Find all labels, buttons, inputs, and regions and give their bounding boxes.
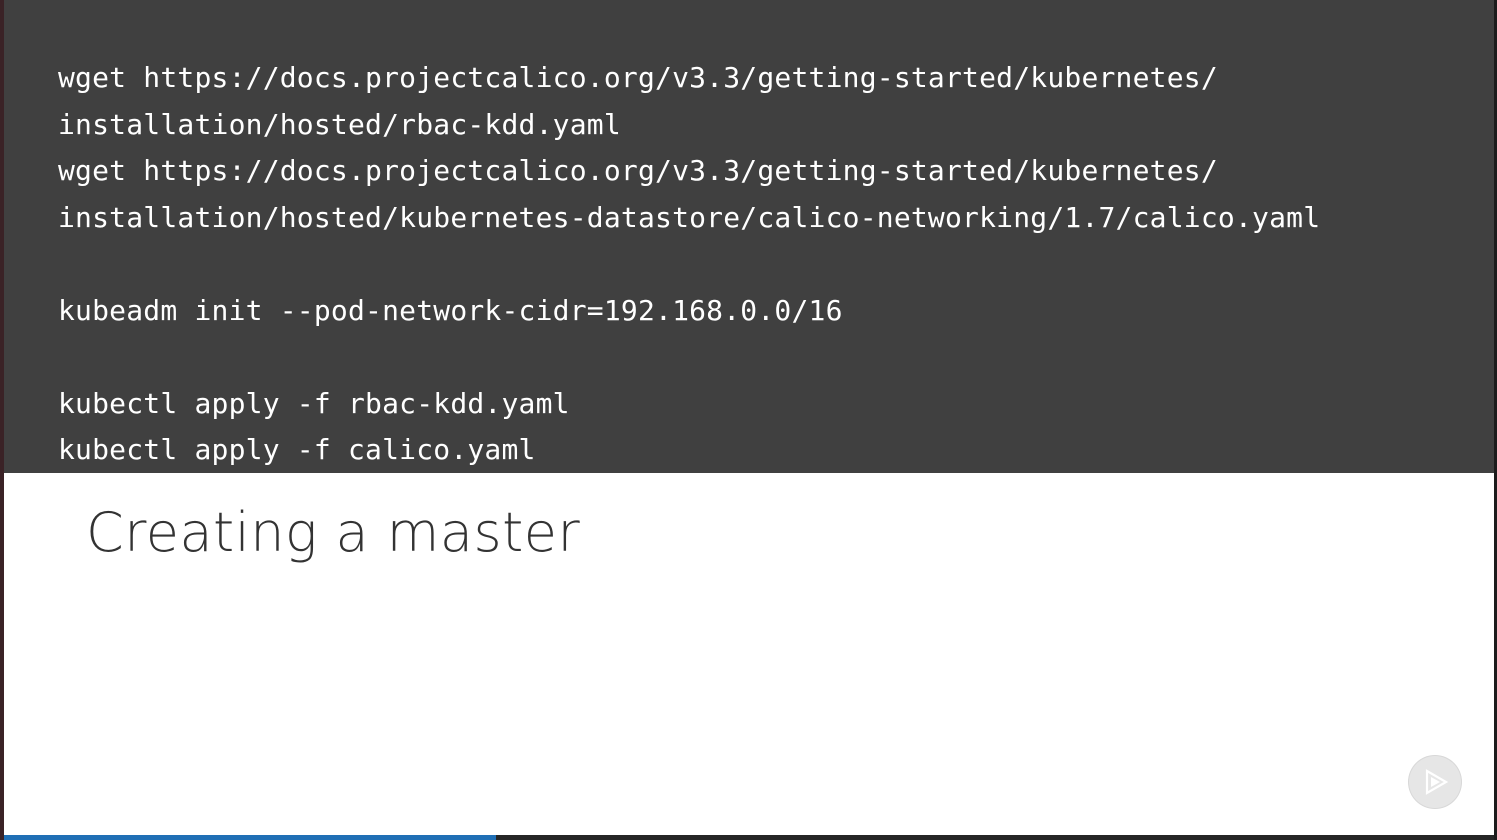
video-frame: wget https://docs.projectcalico.org/v3.3… — [0, 0, 1497, 840]
slide-title: Creating a master — [86, 501, 581, 564]
code-line-4: installation/hosted/kubernetes-datastore… — [58, 201, 1321, 234]
video-progress-fill — [4, 835, 496, 840]
code-line-2: installation/hosted/rbac-kdd.yaml — [58, 108, 621, 141]
code-line-6: kubectl apply -f rbac-kdd.yaml — [58, 387, 570, 420]
code-line-7: kubectl apply -f calico.yaml — [58, 433, 536, 466]
code-panel: wget https://docs.projectcalico.org/v3.3… — [4, 0, 1494, 473]
code-line-1: wget https://docs.projectcalico.org/v3.3… — [58, 61, 1218, 94]
play-triangle-icon — [1425, 769, 1449, 795]
code-line-5: kubeadm init --pod-network-cidr=192.168.… — [58, 294, 843, 327]
pluralsight-play-icon[interactable] — [1409, 756, 1461, 808]
code-line-3: wget https://docs.projectcalico.org/v3.3… — [58, 154, 1218, 187]
video-progress-bar[interactable] — [4, 835, 1494, 840]
slide-body: Creating a master — [4, 473, 1494, 835]
